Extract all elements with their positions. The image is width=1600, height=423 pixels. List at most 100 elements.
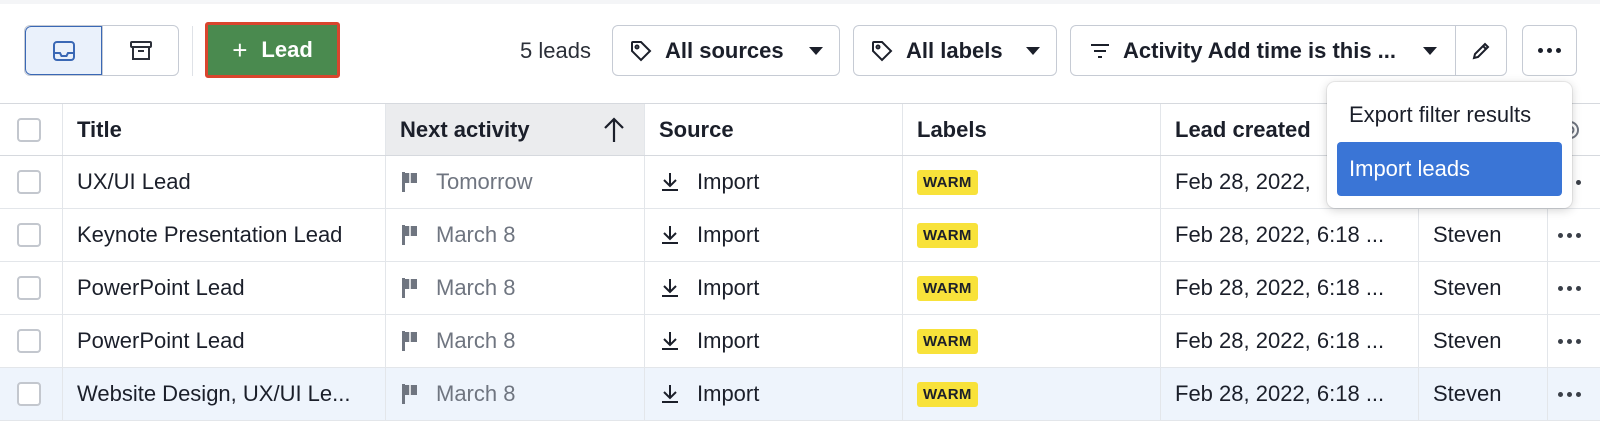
source-text: Import [697,381,760,406]
inbox-view-button[interactable] [25,26,102,75]
owner-cell: Steven [1419,209,1548,261]
more-options-button[interactable] [1522,25,1577,76]
next-activity-cell[interactable]: March 8 [386,368,645,420]
labels-filter-label: All labels [906,37,1003,63]
lead-created-text: Feb 28, 2022, 6:18 ... [1175,381,1385,406]
lead-title-cell[interactable]: PowerPoint Lead [63,315,386,367]
lead-title[interactable]: PowerPoint Lead [77,275,255,301]
filter-icon [1091,43,1109,58]
lead-title-cell[interactable]: Website Design, UX/UI Le... [63,368,386,420]
source-cell: Import [645,156,903,208]
lead-title-cell[interactable]: Keynote Presentation Lead [63,209,386,261]
row-select-cell [0,368,63,420]
lead-title[interactable]: Website Design, UX/UI Le... [77,381,361,407]
select-all-cell [0,104,63,155]
chevron-down-icon [1026,46,1040,55]
labels-cell: WARM [903,262,1161,314]
lead-title[interactable]: PowerPoint Lead [77,328,255,354]
next-activity-date: March 8 [436,275,516,300]
row-actions-button[interactable] [1548,368,1600,420]
source-cell: Import [645,209,903,261]
select-all-checkbox[interactable] [17,117,41,142]
source-text: Import [697,169,760,194]
source-text: Import [697,328,760,353]
labels-cell: WARM [903,368,1161,420]
activity-filter-button[interactable]: Activity Add time is this ... [1071,26,1455,75]
column-header-next-activity[interactable]: Next activity [386,104,645,155]
next-activity-date: March 8 [436,222,516,247]
row-actions-button[interactable] [1548,315,1600,367]
view-toggle [24,25,179,76]
next-activity-cell[interactable]: March 8 [386,209,645,261]
row-checkbox[interactable] [17,329,41,353]
label-badge: WARM [917,275,978,301]
import-icon [662,385,678,403]
labels-cell: WARM [903,156,1161,208]
owner-cell: Steven [1419,368,1548,420]
more-icon [1558,391,1563,397]
labels-cell: WARM [903,315,1161,367]
sources-filter-label: All sources [665,37,784,63]
lead-count: 5 leads [520,38,591,63]
tag-icon [872,40,893,61]
row-select-cell [0,156,63,208]
owner-text: Steven [1433,381,1502,406]
lead-title-cell[interactable]: PowerPoint Lead [63,262,386,314]
lead-created-text: Feb 28, 2022, 6:18 ... [1175,328,1385,353]
sources-filter-button[interactable]: All sources [612,25,840,76]
menu-item-import-leads[interactable]: Import leads [1337,142,1562,196]
flag-icon [402,172,417,192]
column-header-labels[interactable]: Labels [903,104,1161,155]
lead-title-cell[interactable]: UX/UI Lead [63,156,386,208]
row-checkbox[interactable] [17,223,41,247]
next-activity-cell[interactable]: Tomorrow [386,156,645,208]
add-lead-button[interactable]: + Lead [205,22,340,78]
more-options-menu: Export filter results Import leads [1327,82,1572,208]
row-select-cell [0,315,63,367]
column-header-title[interactable]: Title [63,104,386,155]
activity-filter-label: Activity Add time is this ... [1123,37,1397,63]
source-cell: Import [645,262,903,314]
table-row[interactable]: Keynote Presentation Lead March 8 Import… [0,209,1600,262]
more-icon [1558,285,1563,291]
labels-filter-button[interactable]: All labels [853,25,1057,76]
lead-created-cell: Feb 28, 2022, 6:18 ... [1161,368,1419,420]
flag-icon [402,331,417,351]
column-header-source[interactable]: Source [645,104,903,155]
inbox-icon [52,40,75,61]
source-text: Import [697,275,760,300]
more-icon [1558,338,1563,344]
row-checkbox[interactable] [17,170,41,194]
next-activity-date: March 8 [436,381,516,406]
next-activity-cell[interactable]: March 8 [386,262,645,314]
import-icon [662,332,678,350]
pencil-icon [1472,42,1490,59]
next-activity-cell[interactable]: March 8 [386,315,645,367]
table-row[interactable]: Website Design, UX/UI Le... March 8 Impo… [0,368,1600,421]
lead-title[interactable]: Keynote Presentation Lead [77,222,352,248]
lead-created-cell: Feb 28, 2022, 6:18 ... [1161,315,1419,367]
tag-icon [631,40,652,61]
lead-created-cell: Feb 28, 2022, 6:18 ... [1161,209,1419,261]
flag-icon [402,384,417,404]
table-row[interactable]: PowerPoint Lead March 8 Import WARM Feb … [0,315,1600,368]
menu-item-export-filter-results[interactable]: Export filter results [1337,88,1562,142]
chevron-down-icon [1423,46,1437,55]
label-badge: WARM [917,169,978,195]
owner-text: Steven [1433,275,1502,300]
import-icon [662,279,678,297]
owner-text: Steven [1433,328,1502,353]
edit-filter-button[interactable] [1455,26,1506,75]
chevron-down-icon [809,46,823,55]
labels-cell: WARM [903,209,1161,261]
row-checkbox[interactable] [17,382,41,406]
row-actions-button[interactable] [1548,262,1600,314]
archive-view-button[interactable] [102,26,178,75]
table-row[interactable]: PowerPoint Lead March 8 Import WARM Feb … [0,262,1600,315]
lead-title[interactable]: UX/UI Lead [77,169,201,195]
row-actions-button[interactable] [1548,209,1600,261]
owner-text: Steven [1433,222,1502,247]
row-checkbox[interactable] [17,276,41,300]
lead-created-text: Feb 28, 2022, 6:18 ... [1175,275,1385,300]
next-activity-date: Tomorrow [436,169,533,194]
